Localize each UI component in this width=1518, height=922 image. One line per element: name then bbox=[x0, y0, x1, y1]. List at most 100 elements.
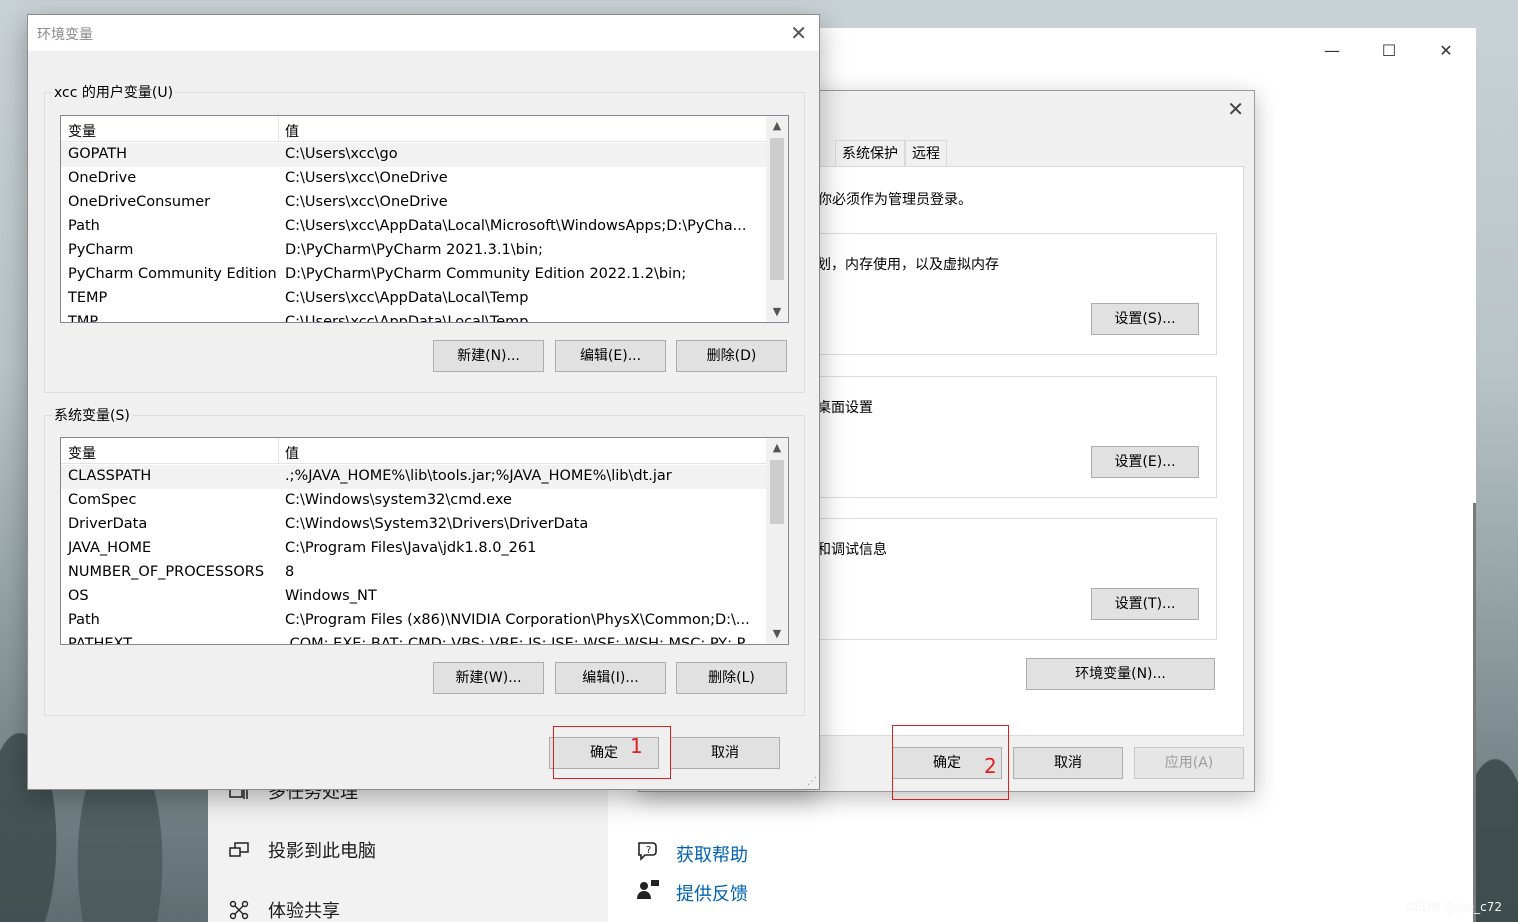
row-value: C:\Users\xcc\AppData\Local\Temp bbox=[285, 290, 529, 306]
table-row[interactable]: OS Windows_NT bbox=[61, 585, 767, 609]
table-row[interactable]: TMP C:\Users\xcc\AppData\Local\Temp bbox=[61, 311, 767, 323]
row-variable: PyCharm Community Edition bbox=[68, 266, 277, 282]
row-value: C:\Users\xcc\AppData\Local\Temp bbox=[285, 314, 529, 323]
get-help-label: 获取帮助 bbox=[676, 844, 748, 866]
column-header-value[interactable]: 值 bbox=[285, 443, 299, 463]
user-profile-text: 桌面设置 bbox=[817, 400, 873, 416]
row-value: D:\PyCharm\PyCharm 2021.3.1\bin; bbox=[285, 242, 543, 258]
row-value: C:\Windows\system32\cmd.exe bbox=[285, 492, 512, 508]
table-row[interactable]: OneDrive C:\Users\xcc\OneDrive bbox=[61, 167, 767, 191]
scrollbar[interactable] bbox=[1473, 503, 1476, 922]
table-row[interactable]: ComSpec C:\Windows\system32\cmd.exe bbox=[61, 489, 767, 513]
startup-recovery-settings-button[interactable]: 设置(T)... bbox=[1091, 588, 1199, 620]
table-row[interactable]: TEMP C:\Users\xcc\AppData\Local\Temp bbox=[61, 287, 767, 311]
resize-grip-icon[interactable]: ⋰ bbox=[807, 776, 817, 787]
row-variable: PyCharm bbox=[68, 242, 134, 258]
user-delete-button[interactable]: 删除(D) bbox=[676, 340, 787, 372]
tab-system-protection[interactable]: 系统保护 bbox=[835, 140, 905, 166]
table-row[interactable]: PATHEXT .COM;.EXE;.BAT;.CMD;.VBS;.VBE;.JS… bbox=[61, 633, 767, 645]
user-edit-button[interactable]: 编辑(E)... bbox=[555, 340, 666, 372]
table-row[interactable]: PyCharm D:\PyCharm\PyCharm 2021.3.1\bin; bbox=[61, 239, 767, 263]
table-row[interactable]: GOPATH C:\Users\xcc\go bbox=[61, 143, 767, 167]
column-header-variable[interactable]: 变量 bbox=[68, 443, 96, 463]
performance-settings-button[interactable]: 设置(S)... bbox=[1091, 303, 1199, 335]
project-icon bbox=[228, 839, 250, 861]
environment-variables-dialog: 环境变量 ✕ xcc 的用户变量(U) 变量 值 GOPATH C:\Users\… bbox=[27, 14, 820, 790]
close-button[interactable]: ✕ bbox=[1423, 36, 1469, 66]
cancel-button[interactable]: 取消 bbox=[1013, 747, 1123, 779]
user-variables-list[interactable]: 变量 值 GOPATH C:\Users\xcc\go OneDrive C:\Us… bbox=[60, 115, 789, 323]
user-profile-group bbox=[799, 376, 1217, 498]
table-row[interactable]: DriverData C:\Windows\System32\Drivers\Dr… bbox=[61, 513, 767, 537]
row-variable: TEMP bbox=[68, 290, 108, 306]
row-value: C:\Users\xcc\OneDrive bbox=[285, 194, 448, 210]
row-variable: OneDrive bbox=[68, 170, 137, 186]
cancel-button[interactable]: 取消 bbox=[670, 737, 780, 769]
row-variable: OS bbox=[68, 588, 89, 604]
annotation-number-1: 1 bbox=[630, 734, 643, 758]
admin-note: 你必须作为管理员登录。 bbox=[818, 192, 972, 208]
close-icon[interactable]: ✕ bbox=[790, 21, 807, 45]
feedback-icon bbox=[636, 879, 660, 906]
table-row[interactable]: OneDriveConsumer C:\Users\xcc\OneDrive bbox=[61, 191, 767, 215]
vertical-scrollbar[interactable]: ▲ ▼ bbox=[766, 116, 788, 322]
scroll-down-icon[interactable]: ▼ bbox=[766, 302, 788, 322]
user-profile-settings-button[interactable]: 设置(E)... bbox=[1091, 446, 1199, 478]
row-value: D:\PyCharm\PyCharm Community Edition 202… bbox=[285, 266, 687, 282]
tab-bar: 系统保护 远程 bbox=[835, 140, 947, 166]
maximize-button[interactable]: ☐ bbox=[1366, 36, 1412, 66]
sidebar-item-label: 体验共享 bbox=[268, 901, 340, 922]
scroll-up-icon[interactable]: ▲ bbox=[766, 116, 788, 136]
row-value: .COM;.EXE;.BAT;.CMD;.VBS;.VBE;.JS;.JSE;.… bbox=[285, 636, 763, 645]
row-variable: GOPATH bbox=[68, 146, 128, 162]
row-variable: Path bbox=[68, 218, 100, 234]
row-value: .;%JAVA_HOME%\lib\tools.jar;%JAVA_HOME%\… bbox=[285, 468, 672, 484]
close-icon[interactable]: ✕ bbox=[1227, 97, 1244, 121]
list-header: 变量 值 bbox=[61, 438, 767, 464]
system-variables-list[interactable]: 变量 值 CLASSPATH .;%JAVA_HOME%\lib\tools.ja… bbox=[60, 437, 789, 645]
performance-text: 划，内存使用，以及虚拟内存 bbox=[817, 257, 999, 273]
table-row[interactable]: NUMBER_OF_PROCESSORS 8 bbox=[61, 561, 767, 585]
row-value: C:\Program Files\Java\jdk1.8.0_261 bbox=[285, 540, 537, 556]
row-value: C:\Users\xcc\go bbox=[285, 146, 398, 162]
annotation-box-1 bbox=[553, 726, 671, 779]
system-edit-button[interactable]: 编辑(I)... bbox=[555, 662, 666, 694]
row-value: C:\Users\xcc\AppData\Local\Microsoft\Win… bbox=[285, 218, 747, 234]
dialog-title: 环境变量 bbox=[37, 27, 93, 43]
row-variable: NUMBER_OF_PROCESSORS bbox=[68, 564, 265, 580]
minimize-button[interactable]: — bbox=[1309, 36, 1355, 66]
system-new-button[interactable]: 新建(W)... bbox=[433, 662, 544, 694]
column-divider bbox=[278, 116, 279, 142]
scroll-up-icon[interactable]: ▲ bbox=[766, 438, 788, 458]
row-value: Windows_NT bbox=[285, 588, 377, 604]
table-row[interactable]: PyCharm Community Edition D:\PyCharm\PyCh… bbox=[61, 263, 767, 287]
sidebar-item-project[interactable]: 投影到此电脑 bbox=[228, 837, 376, 863]
environment-variables-button[interactable]: 环境变量(N)... bbox=[1026, 658, 1215, 690]
get-help-link[interactable]: ? 获取帮助 bbox=[636, 840, 748, 867]
sidebar-item-share[interactable]: 体验共享 bbox=[228, 897, 340, 922]
watermark: CSDN @joe_c72 bbox=[1406, 900, 1502, 914]
table-row[interactable]: Path C:\Users\xcc\AppData\Local\Microsoft… bbox=[61, 215, 767, 239]
startup-recovery-text: 和调试信息 bbox=[817, 542, 887, 558]
row-value: C:\Program Files (x86)\NVIDIA Corporatio… bbox=[285, 612, 750, 628]
svg-text:?: ? bbox=[646, 845, 651, 856]
scroll-thumb[interactable] bbox=[770, 460, 784, 524]
scroll-thumb[interactable] bbox=[770, 138, 784, 280]
column-header-variable[interactable]: 变量 bbox=[68, 121, 96, 141]
user-new-button[interactable]: 新建(N)... bbox=[433, 340, 544, 372]
table-row[interactable]: JAVA_HOME C:\Program Files\Java\jdk1.8.0_… bbox=[61, 537, 767, 561]
row-variable: TMP bbox=[68, 314, 99, 323]
table-row[interactable]: CLASSPATH .;%JAVA_HOME%\lib\tools.jar;%JA… bbox=[61, 465, 767, 489]
row-variable: OneDriveConsumer bbox=[68, 194, 211, 210]
vertical-scrollbar[interactable]: ▲ ▼ bbox=[766, 438, 788, 644]
tab-remote[interactable]: 远程 bbox=[905, 140, 947, 166]
column-header-value[interactable]: 值 bbox=[285, 121, 299, 141]
scroll-down-icon[interactable]: ▼ bbox=[766, 624, 788, 644]
performance-group bbox=[799, 233, 1217, 355]
sidebar-item-label: 投影到此电脑 bbox=[268, 841, 376, 862]
system-delete-button[interactable]: 删除(L) bbox=[676, 662, 787, 694]
apply-button[interactable]: 应用(A) bbox=[1134, 747, 1244, 779]
table-row[interactable]: Path C:\Program Files (x86)\NVIDIA Corpor… bbox=[61, 609, 767, 633]
feedback-link[interactable]: 提供反馈 bbox=[636, 879, 748, 906]
feedback-label: 提供反馈 bbox=[676, 883, 748, 905]
